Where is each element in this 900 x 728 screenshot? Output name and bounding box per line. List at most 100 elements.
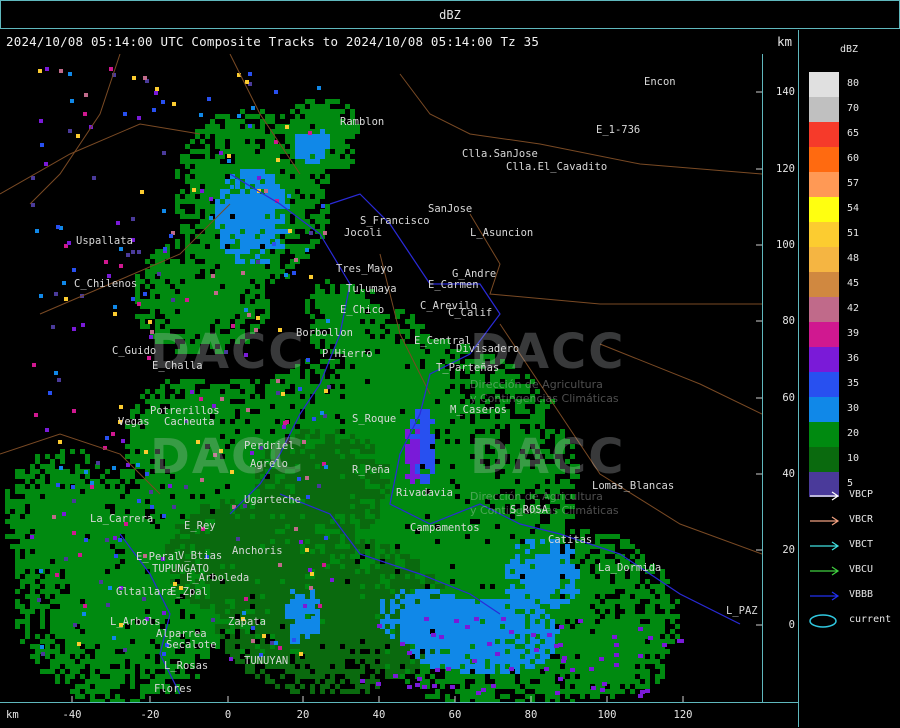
radar-echo-cell <box>550 684 555 689</box>
radar-echo-cell <box>410 504 415 509</box>
radar-echo-cell <box>475 569 480 574</box>
radar-echo-cell <box>435 454 440 459</box>
radar-echo-cell <box>560 519 565 524</box>
radar-echo-cell <box>325 109 330 114</box>
radar-echo-cell <box>235 274 240 279</box>
radar-echo-cell <box>505 529 510 534</box>
radar-echo-cell <box>435 479 440 484</box>
radar-echo-cell <box>215 244 220 249</box>
radar-echo-cell <box>260 159 265 164</box>
radar-echo-cell <box>220 294 225 299</box>
radar-echo-cell <box>200 304 205 309</box>
radar-echo-cell <box>615 579 620 584</box>
radar-echo-cell <box>575 634 580 639</box>
radar-echo-cell <box>350 149 355 154</box>
radar-echo-cell <box>440 439 445 444</box>
radar-echo-cell <box>225 119 230 124</box>
radar-map[interactable]: DACC DACC DACC DACC Dirección de Agricul… <box>0 54 762 702</box>
radar-echo-cell <box>285 219 290 224</box>
radar-echo-cell <box>200 174 205 179</box>
radar-echo-cell <box>495 639 500 644</box>
radar-echo-cell <box>490 539 495 544</box>
radar-echo-cell <box>455 579 460 584</box>
radar-echo-cell <box>270 254 275 259</box>
radar-echo-cell <box>425 679 430 684</box>
radar-echo-cell <box>255 394 260 399</box>
radar-echo-cell <box>475 564 480 569</box>
radar-echo-cell <box>200 244 205 249</box>
radar-echo-cell <box>145 314 150 319</box>
radar-echo-cell <box>485 524 490 529</box>
radar-echo-cell <box>190 269 195 274</box>
radar-echo-cell <box>300 204 305 209</box>
radar-echo-cell <box>340 379 345 384</box>
radar-echo-cell <box>460 549 465 554</box>
radar-echo-cell <box>515 409 520 414</box>
radar-echo-cell <box>465 574 470 579</box>
radar-echo-cell <box>605 634 610 639</box>
radar-echo-cell <box>295 174 300 179</box>
radar-echo-cell <box>365 529 370 534</box>
radar-echo-cell <box>455 464 460 469</box>
radar-echo-cell <box>395 559 400 564</box>
radar-echo-cell <box>205 229 210 234</box>
radar-echo-cell <box>635 574 640 579</box>
radar-echo-cell <box>665 609 670 614</box>
radar-echo-cell <box>495 544 500 549</box>
radar-echo-cell <box>230 259 235 264</box>
radar-echo-cell <box>270 154 275 159</box>
radar-echo-cell <box>435 689 440 694</box>
radar-echo-cell <box>640 669 645 674</box>
radar-echo-cell <box>265 314 270 319</box>
radar-echo-cell <box>550 609 555 614</box>
radar-echo-cell <box>630 579 635 584</box>
radar-echo-cell <box>435 464 440 469</box>
radar-echo-cell <box>215 194 220 199</box>
radar-echo-cell <box>250 289 255 294</box>
radar-echo-cell <box>600 549 605 554</box>
radar-echo-cell <box>225 284 230 289</box>
radar-echo-cell <box>450 469 455 474</box>
radar-echo-cell <box>460 494 465 499</box>
radar-echo-cell <box>245 164 250 169</box>
radar-echo-cell <box>520 544 525 549</box>
radar-echo-cell <box>595 694 600 699</box>
radar-echo-cell <box>315 104 320 109</box>
radar-echo-cell <box>290 224 295 229</box>
radar-echo-cell <box>185 289 190 294</box>
radar-echo-cell <box>295 159 300 164</box>
radar-echo-cell <box>290 169 295 174</box>
radar-echo-cell <box>180 269 185 274</box>
radar-echo-cell <box>260 264 265 269</box>
radar-echo-cell <box>425 569 430 574</box>
radar-echo-cell <box>525 409 530 414</box>
radar-echo-cell <box>345 394 350 399</box>
radar-echo-cell <box>310 244 315 249</box>
radar-echo-cell <box>335 154 340 159</box>
radar-echo-cell <box>530 674 535 679</box>
radar-echo-cell <box>275 404 280 409</box>
radar-echo-cell <box>275 174 280 179</box>
radar-echo-cell <box>660 594 665 599</box>
radar-echo-cell <box>325 164 330 169</box>
radar-echo-cell <box>560 629 565 634</box>
radar-echo-cell <box>455 534 460 539</box>
radar-echo-cell <box>595 539 600 544</box>
radar-echo-cell <box>370 429 375 434</box>
radar-echo-cell <box>570 644 575 649</box>
radar-echo-cell <box>630 604 635 609</box>
radar-echo-cell <box>545 524 550 529</box>
radar-echo-cell <box>170 314 175 319</box>
radar-echo-cell <box>665 594 670 599</box>
radar-echo-cell <box>640 614 645 619</box>
radar-echo-cell <box>455 689 460 694</box>
radar-echo-cell <box>460 544 465 549</box>
radar-echo-cell <box>385 444 390 449</box>
radar-echo-cell <box>395 499 400 504</box>
radar-echo-cell <box>230 149 235 154</box>
radar-echo-cell <box>245 294 250 299</box>
radar-echo-cell <box>595 614 600 619</box>
radar-echo-cell <box>215 274 220 279</box>
radar-echo-cell <box>650 599 655 604</box>
radar-echo-cell <box>165 274 170 279</box>
